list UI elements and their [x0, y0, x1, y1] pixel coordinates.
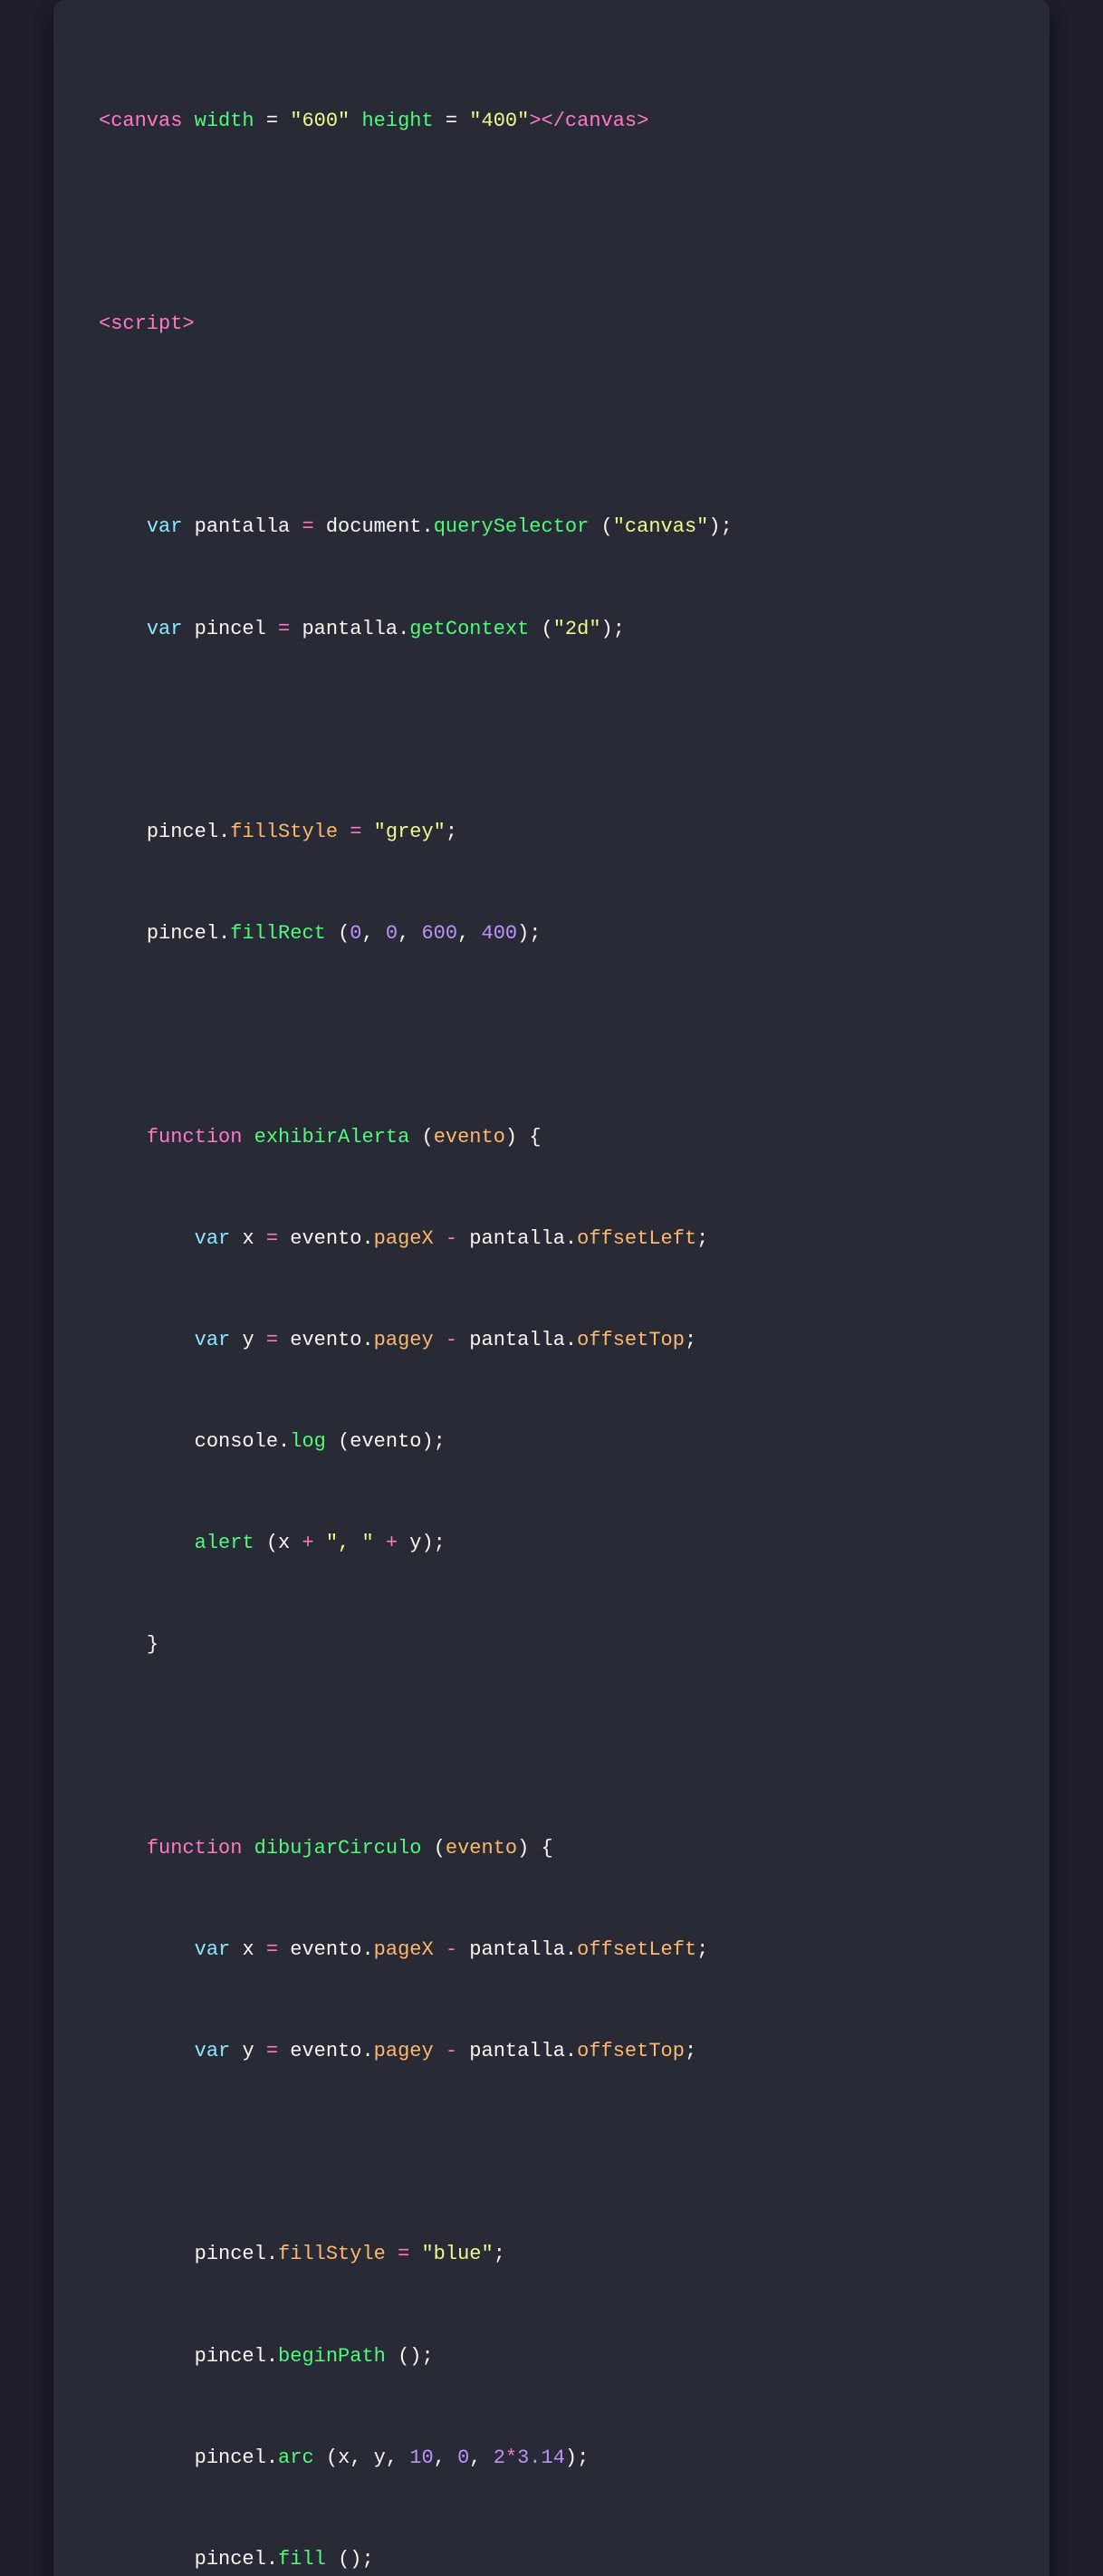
- code-line-12: }: [99, 1628, 1004, 1661]
- code-line-2: <script>: [99, 307, 1004, 341]
- code-editor-window: <canvas width = "600" height = "400"></c…: [53, 0, 1050, 2576]
- code-line-blank-1: [99, 206, 1004, 239]
- code-line-19: pincel.fill ();: [99, 2542, 1004, 2576]
- code-line-15: var y = evento.pagey - pantalla.offsetTo…: [99, 2034, 1004, 2068]
- code-line-blank-3: [99, 714, 1004, 747]
- code-line-blank-2: [99, 409, 1004, 442]
- code-line-blank-4: [99, 1018, 1004, 1052]
- code-line-18: pincel.arc (x, y, 10, 0, 2*3.14);: [99, 2441, 1004, 2475]
- code-line-3: var pantalla = document.querySelector ("…: [99, 510, 1004, 543]
- code-line-blank-6: [99, 2136, 1004, 2169]
- code-content: <canvas width = "600" height = "400"></c…: [99, 36, 1004, 2576]
- code-line-9: var y = evento.pagey - pantalla.offsetTo…: [99, 1323, 1004, 1357]
- code-line-10: console.log (evento);: [99, 1425, 1004, 1458]
- code-line-16: pincel.fillStyle = "blue";: [99, 2237, 1004, 2271]
- code-line-14: var x = evento.pageX - pantalla.offsetLe…: [99, 1933, 1004, 1966]
- code-line-7: function exhibirAlerta (evento) {: [99, 1120, 1004, 1154]
- code-line-1: <canvas width = "600" height = "400"></c…: [99, 104, 1004, 138]
- code-line-13: function dibujarCirculo (evento) {: [99, 1831, 1004, 1865]
- code-line-4: var pincel = pantalla.getContext ("2d");: [99, 612, 1004, 646]
- code-line-11: alert (x + ", " + y);: [99, 1526, 1004, 1560]
- code-line-6: pincel.fillRect (0, 0, 600, 400);: [99, 917, 1004, 950]
- code-line-17: pincel.beginPath ();: [99, 2340, 1004, 2373]
- code-line-5: pincel.fillStyle = "grey";: [99, 815, 1004, 849]
- code-line-blank-5: [99, 1730, 1004, 1764]
- code-line-8: var x = evento.pageX - pantalla.offsetLe…: [99, 1222, 1004, 1255]
